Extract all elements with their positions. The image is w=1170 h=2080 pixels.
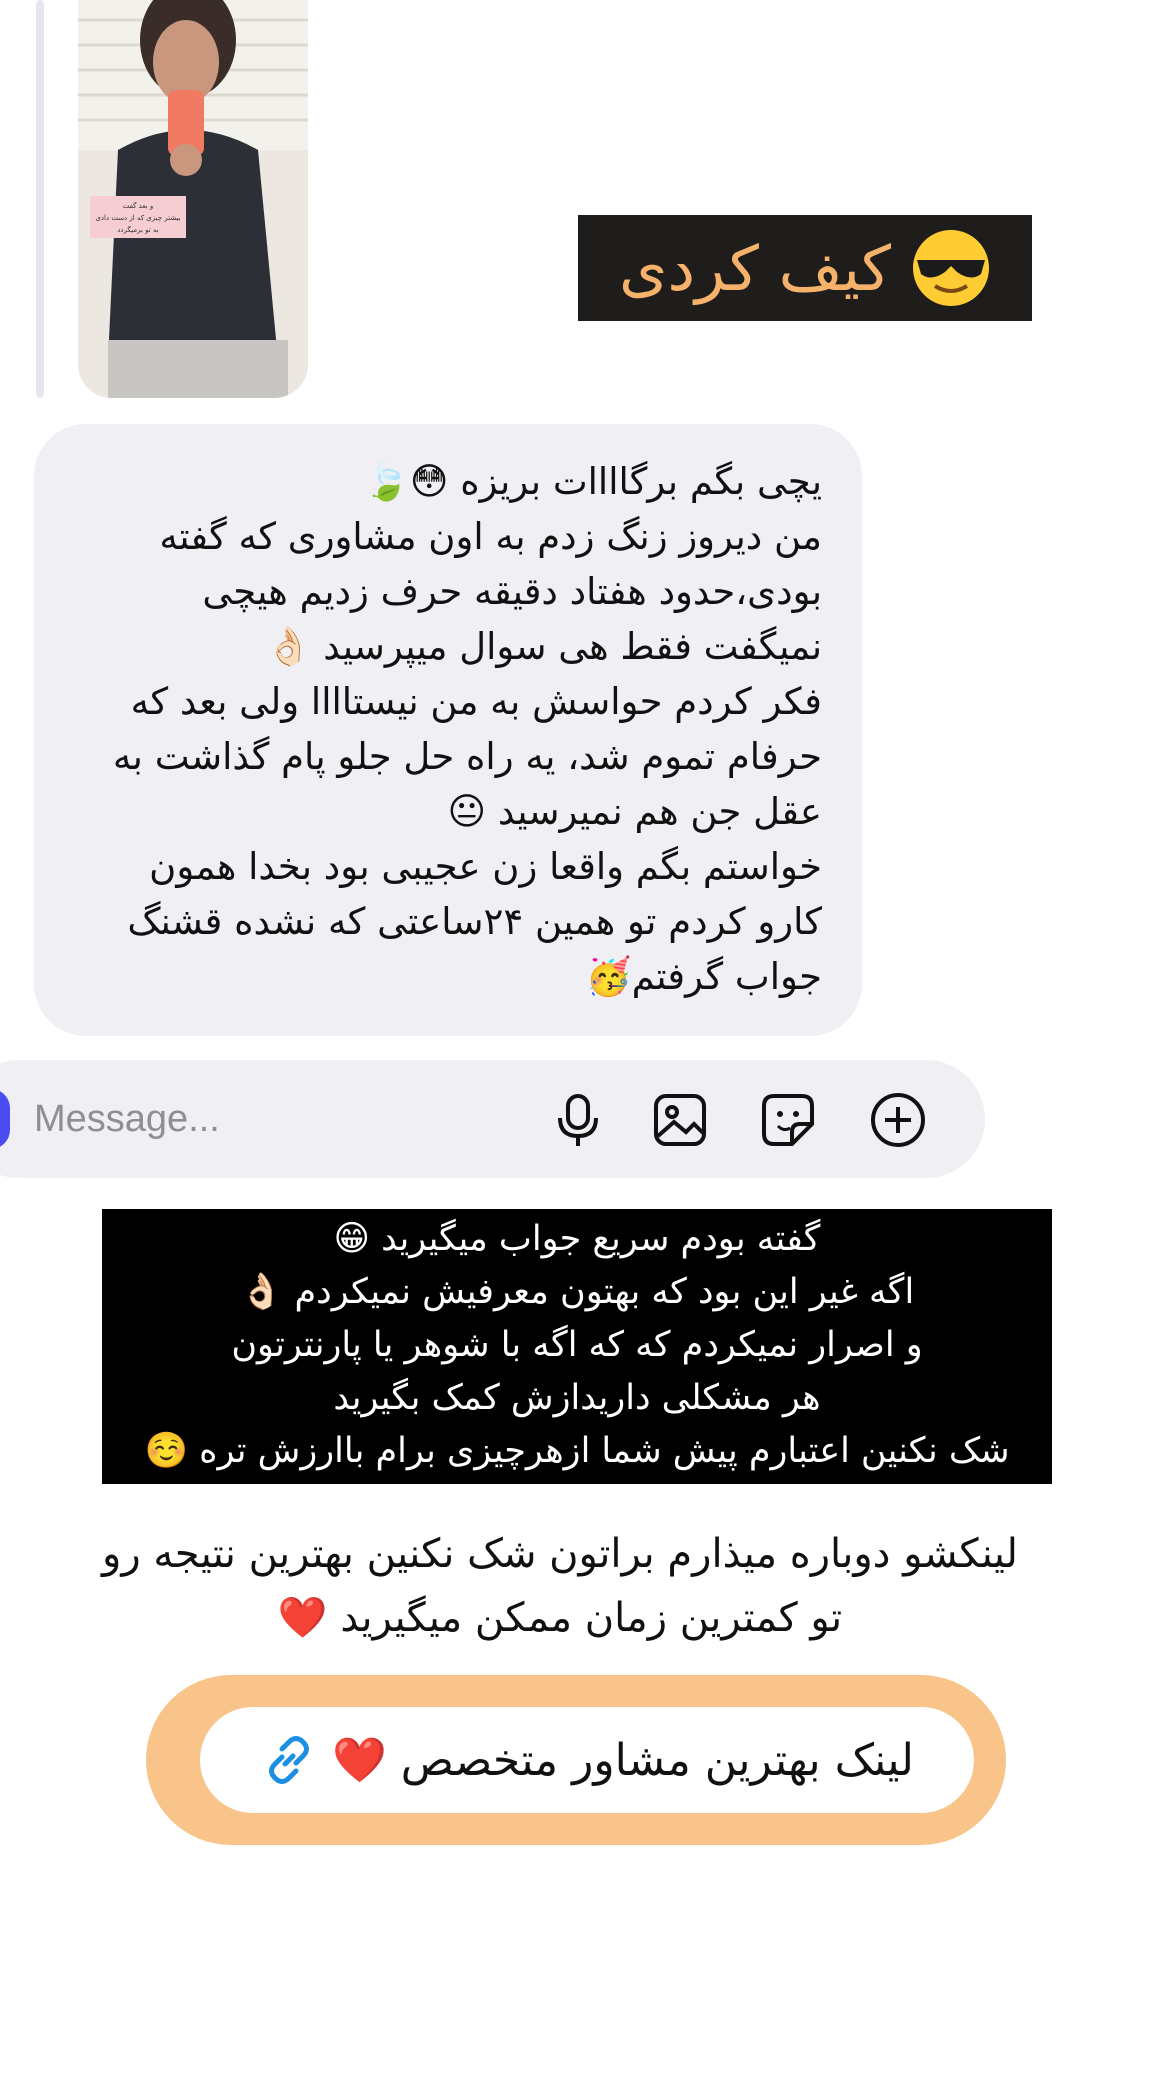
caption-line: شک نکنین اعتبارم پیش شما ازهرچیزی برام ب… <box>144 1431 1010 1471</box>
link-button[interactable]: لینک بهترین مشاور متخصص ❤️ <box>200 1707 974 1813</box>
story-note-text: و بعد گفت <box>123 201 154 210</box>
message-line: خواستم بگم واقعا زن عجیبی بود بخدا همون <box>149 845 822 888</box>
caption-line: هر مشکلی داریدازش کمک بگیرید <box>333 1378 821 1418</box>
story-reply-bar <box>36 0 44 398</box>
received-message-bubble: یچی بگم برگاااات بریزه 😳🍃 من دیروز زنگ ز… <box>34 424 862 1036</box>
promo-message: لینکشو دوباره میذارم براتون شک نکنین بهت… <box>60 1522 1060 1650</box>
caption-line: گفته بودم سریع جواب میگیرید 😁 <box>333 1219 821 1259</box>
message-line: حرفام تموم شد، یه راه حل جلو پام گذاشت ب… <box>112 735 822 778</box>
svg-text:بیشتر چیزی که از دست دادی: بیشتر چیزی که از دست دادی <box>95 214 180 222</box>
promo-line: تو کمترین زمان ممکن میگیرید ❤️ <box>277 1595 843 1641</box>
story-thumbnail[interactable]: و بعد گفت بیشتر چیزی که از دست دادی به ت… <box>78 0 308 398</box>
sticker-icon[interactable] <box>758 1090 818 1150</box>
microphone-icon[interactable] <box>548 1090 608 1150</box>
caption-line: و اصرار نمیکردم که که اگه با شوهر یا پار… <box>231 1325 923 1365</box>
link-label: لینک بهترین مشاور متخصص ❤️ <box>332 1735 914 1786</box>
message-line: کارو کردم تو همین ۲۴ساعتی که نشده قشنگ <box>127 900 822 943</box>
message-line: فکر کردم حواسش به من نیستاااا ولی بعد که <box>130 680 822 723</box>
message-line: عقل جن هم نمیرسید 😐 <box>447 790 822 833</box>
message-line: من دیروز زنگ زدم به اون مشاوری که گفته <box>159 515 822 558</box>
svg-text:به تو برمیگردد: به تو برمیگردد <box>117 225 158 234</box>
sticker-text-box: کیف کردی <box>578 215 1032 321</box>
plus-circle-icon[interactable] <box>868 1090 928 1150</box>
link-icon <box>269 1736 310 1784</box>
promo-line: لینکشو دوباره میذارم براتون شک نکنین بهت… <box>102 1531 1018 1577</box>
message-line: نمیگفت فقط هی سوال میپرسید 👌🏻 <box>265 625 822 668</box>
message-line: بودی،حدود هفتاد دقیقه حرف زدیم هیچی <box>202 570 822 613</box>
caption-block: گفته بودم سریع جواب میگیرید 😁 اگه غیر ای… <box>102 1209 1052 1484</box>
sticker-label: کیف کردی <box>619 231 891 305</box>
caption-line: اگه غیر این بود که بهتون معرفیش نمیکردم … <box>239 1272 915 1312</box>
woman-mirror-selfie-photo: و بعد گفت بیشتر چیزی که از دست دادی به ت… <box>78 0 308 398</box>
sunglasses-emoji-icon <box>912 230 989 306</box>
message-input[interactable]: Message... <box>34 1092 220 1146</box>
message-line: یچی بگم برگاااات بریزه 😳🍃 <box>363 460 822 503</box>
message-line: جواب گرفتم🥳 <box>585 955 822 998</box>
gallery-icon[interactable] <box>650 1090 710 1150</box>
